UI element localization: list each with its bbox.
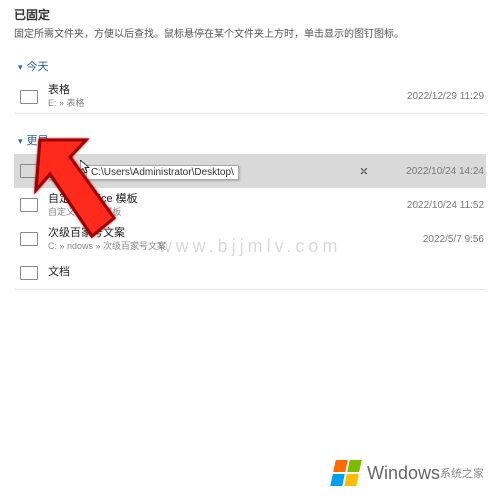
folder-name: 自定义 Office 模板 xyxy=(48,193,386,206)
folder-date: 2022/10/24 11:52 xyxy=(386,200,484,211)
page-title: 已固定 xyxy=(14,0,486,25)
section-earlier[interactable]: ▾ 更早 xyxy=(14,128,486,154)
folder-icon xyxy=(20,266,38,280)
watermark-text: www.bjjmlv.com xyxy=(159,236,342,257)
path-tooltip: C:\Users\Administrator\Desktop\ xyxy=(86,165,239,180)
folder-row[interactable]: 自定义 Office 模板 自定义 Office 模板 2022/10/24 1… xyxy=(14,188,486,222)
windows-logo-icon xyxy=(330,460,362,486)
folder-path: 自定义 Office 模板 xyxy=(48,206,386,218)
page-description: 固定所需文件夹，方便以后查找。鼠标悬停在某个文件夹上方时，单击显示的图钉图标。 xyxy=(14,25,486,54)
chevron-down-icon: ▾ xyxy=(18,136,23,147)
folder-icon xyxy=(20,90,38,104)
folder-row[interactable]: 表格 E: » 表格 2022/12/29 11:29 xyxy=(14,80,486,114)
folder-icon xyxy=(20,232,38,246)
folder-date: 2022/10/24 14:24 xyxy=(386,166,484,177)
folder-path: E: » 表格 xyxy=(48,97,386,109)
folder-name: 表格 xyxy=(48,84,386,97)
section-today[interactable]: ▾ 今天 xyxy=(14,54,486,80)
folder-row-selected[interactable]: 桌面 桌面 ✛ 2022/10/24 14:24 xyxy=(14,154,486,188)
footer-brand: Windows xyxy=(367,463,440,484)
chevron-down-icon: ▾ xyxy=(18,62,23,73)
folder-row[interactable]: 文档 xyxy=(14,256,486,290)
folder-icon xyxy=(20,164,38,178)
footer-sub: 系统之家 xyxy=(440,465,484,481)
folder-date: 2022/12/29 11:29 xyxy=(386,91,484,102)
footer-branding: Windows 系统之家 xyxy=(0,446,500,500)
folder-date: 2022/5/7 9:56 xyxy=(386,234,484,245)
folder-icon xyxy=(20,198,38,212)
section-earlier-label: 更早 xyxy=(27,135,49,147)
folder-name: 文档 xyxy=(48,266,386,279)
section-today-label: 今天 xyxy=(27,61,49,73)
